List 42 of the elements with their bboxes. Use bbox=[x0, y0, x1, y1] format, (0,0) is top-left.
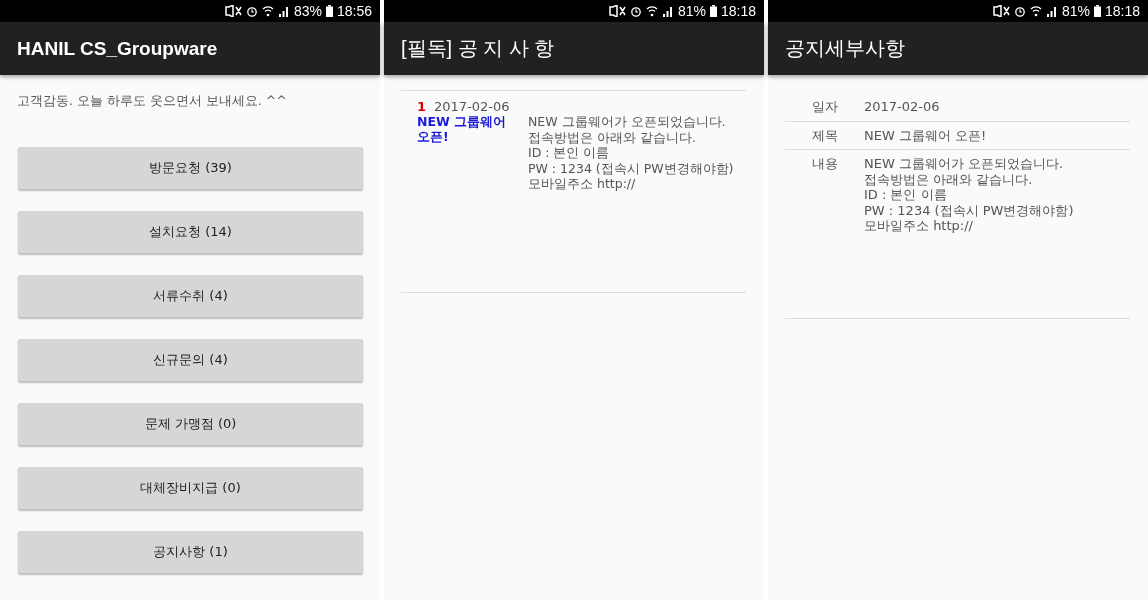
field-label: 일자 bbox=[811, 99, 839, 115]
field-value: 2017-02-06 bbox=[864, 99, 941, 115]
battery-percent: 81% bbox=[677, 3, 706, 19]
alarm-icon bbox=[1013, 5, 1026, 17]
clock-time: 18:18 bbox=[720, 3, 756, 19]
app-title: HANIL CS_Groupware bbox=[17, 37, 218, 60]
field-label: 내용 bbox=[811, 156, 839, 173]
notice-number: 1 bbox=[417, 99, 427, 114]
battery-percent: 83% bbox=[293, 3, 322, 19]
menu-button[interactable]: 서류수취 (4) bbox=[18, 275, 363, 317]
wifi-icon bbox=[261, 5, 274, 17]
clock-time: 18:56 bbox=[336, 3, 372, 19]
battery-icon bbox=[325, 5, 333, 17]
menu-button[interactable]: 설치요청 (14) bbox=[18, 211, 363, 253]
mute-icon bbox=[223, 5, 242, 17]
mute-icon bbox=[607, 5, 626, 17]
greeting-text: 고객감동. 오늘 하루도 웃으면서 보내세요. ^^ bbox=[17, 93, 288, 110]
alarm-icon bbox=[245, 5, 258, 17]
notice-date: 2017-02-06 bbox=[434, 99, 510, 114]
wifi-icon bbox=[645, 5, 658, 17]
mute-icon bbox=[991, 5, 1010, 17]
field-value: NEW 그룹웨어가 오픈되었습니다. 접속방법은 아래와 같습니다. ID : 본인 이름 PW : 1234 (접속시 PW변경해야함) 모바일주소 http:// bbox=[864, 156, 1075, 234]
battery-percent: 81% bbox=[1061, 3, 1090, 19]
notice-title-link[interactable]: NEW 그룹웨어 오픈! bbox=[417, 114, 528, 192]
battery-icon bbox=[1093, 5, 1101, 17]
battery-icon bbox=[709, 5, 717, 17]
menu-button[interactable]: 공지사항 (1) bbox=[18, 531, 363, 573]
signal-icon bbox=[1045, 5, 1058, 17]
field-value: NEW 그룹웨어 오픈! bbox=[864, 127, 988, 143]
clock-time: 18:18 bbox=[1104, 3, 1140, 19]
menu-button[interactable]: 대체장비지급 (0) bbox=[18, 467, 363, 509]
notice-body: NEW 그룹웨어가 오픈되었습니다. 접속방법은 아래와 같습니다. ID : 본인 이름 PW : 1234 (접속시 PW변경해야함) 모바일주소 http:// bbox=[528, 114, 735, 192]
alarm-icon bbox=[629, 5, 642, 17]
menu-button[interactable]: 방문요청 (39) bbox=[18, 147, 363, 189]
app-title: [필독] 공 지 사 항 bbox=[401, 36, 555, 61]
signal-icon bbox=[661, 5, 674, 17]
menu-button[interactable]: 신규문의 (4) bbox=[18, 339, 363, 381]
field-label: 제목 bbox=[811, 127, 839, 143]
app-title: 공지세부사항 bbox=[785, 36, 905, 61]
wifi-icon bbox=[1029, 5, 1042, 17]
signal-icon bbox=[277, 5, 290, 17]
menu-button[interactable]: 문제 가맹점 (0) bbox=[18, 403, 363, 445]
